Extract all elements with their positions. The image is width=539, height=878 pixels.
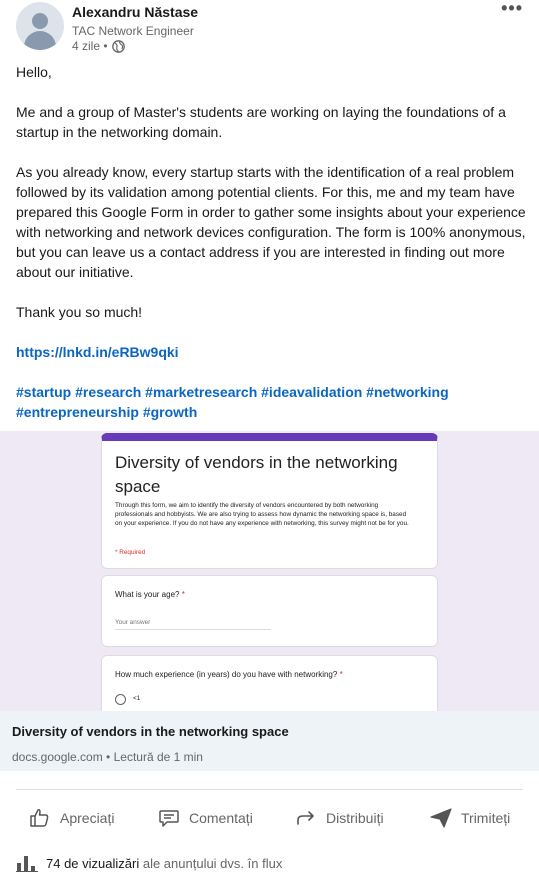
- send-label: Trimiteți: [461, 810, 511, 826]
- send-icon: [430, 808, 452, 828]
- question-label: What is your age? *: [115, 590, 185, 599]
- globe-icon: [111, 39, 125, 53]
- preview-title[interactable]: Diversity of vendors in the networking s…: [12, 724, 289, 739]
- post-greeting: Hello,: [16, 64, 52, 80]
- views-suffix: ale anunțului dvs. în flux: [142, 855, 283, 871]
- like-label: Apreciați: [60, 810, 115, 826]
- share-button[interactable]: Distribuiți: [294, 800, 384, 836]
- link-preview-info[interactable]: Diversity of vendors in the networking s…: [0, 711, 539, 771]
- views-count: 74 de vizualizări: [46, 855, 140, 871]
- post-analytics[interactable]: 74 de vizualizări ale anunțului dvs. în …: [16, 854, 282, 872]
- like-button[interactable]: Apreciați: [28, 800, 114, 836]
- form-header-card: Diversity of vendors in the networking s…: [101, 433, 438, 569]
- post-meta: 4 zile •: [72, 39, 125, 53]
- post-hashtags[interactable]: #startup #research #marketresearch #idea…: [16, 382, 526, 422]
- post-time: 4 zile •: [72, 39, 108, 53]
- radio-option-label: <1: [133, 695, 141, 702]
- form-title: Diversity of vendors in the networking s…: [115, 453, 398, 496]
- avatar-body-shape: [24, 31, 56, 50]
- answer-placeholder: Your answer: [115, 619, 271, 630]
- more-icon[interactable]: •••: [501, 0, 523, 17]
- bar-chart-icon: [16, 856, 38, 872]
- comment-label: Comentați: [189, 810, 253, 826]
- form-required-note: * Required: [115, 549, 146, 556]
- share-arrow-icon: [297, 811, 314, 825]
- post-thanks: Thank you so much!: [16, 304, 143, 320]
- avatar[interactable]: [16, 2, 64, 50]
- divider: [16, 789, 523, 790]
- author-name[interactable]: Alexandru Năstase: [72, 4, 198, 20]
- form-question-age: What is your age? * Your answer: [101, 575, 438, 647]
- post-link[interactable]: https://lnkd.in/eRBw9qki: [16, 344, 179, 360]
- thumbs-up-icon: [30, 809, 49, 827]
- post-body: Hello, Me and a group of Master's studen…: [16, 62, 526, 442]
- form-description: Through this form, we aim to identify th…: [115, 502, 409, 527]
- avatar-head-shape: [32, 13, 48, 29]
- comment-icon: [159, 810, 179, 827]
- comment-button[interactable]: Comentați: [157, 800, 253, 836]
- action-bar: Apreciați Comentați Distribuiți Trimiteț…: [0, 800, 539, 836]
- send-button[interactable]: Trimiteți: [429, 800, 510, 836]
- radio-option: [115, 694, 126, 705]
- link-preview-image[interactable]: Diversity of vendors in the networking s…: [0, 431, 539, 711]
- author-title: TAC Network Engineer: [72, 24, 194, 38]
- post-paragraph-1: Me and a group of Master's students are …: [16, 104, 506, 140]
- question-label: How much experience (in years) do you ha…: [115, 670, 343, 679]
- share-label: Distribuiți: [326, 810, 384, 826]
- preview-source: docs.google.com • Lectură de 1 min: [12, 750, 203, 764]
- post-paragraph-2: As you already know, every startup start…: [16, 164, 526, 280]
- form-question-experience: How much experience (in years) do you ha…: [101, 655, 438, 711]
